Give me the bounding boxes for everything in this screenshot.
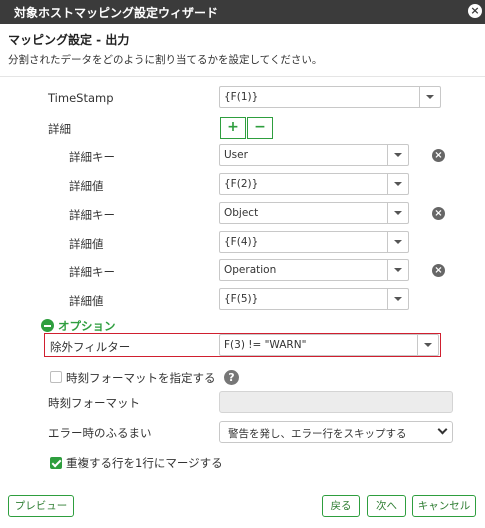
detail-key-value: User [224, 149, 248, 161]
preview-button[interactable]: プレビュー [8, 495, 74, 517]
dropdown-arrow-icon[interactable] [419, 87, 440, 107]
dropdown-arrow-icon[interactable] [387, 145, 408, 165]
detail-value-value: {F(2)} [224, 178, 259, 190]
time-format-label: 時刻フォーマット [48, 396, 140, 410]
options-title[interactable]: オプション [58, 318, 116, 334]
dropdown-arrow-icon[interactable] [387, 260, 408, 280]
merge-duplicates-label[interactable]: 重複する行を1行にマージする [66, 455, 223, 471]
detail-key-label: 詳細キー [69, 208, 115, 222]
exclude-filter-combo[interactable]: F(3) != "WARN" [219, 334, 439, 356]
exclude-filter-value: F(3) != "WARN" [224, 339, 307, 351]
details-label: 詳細 [48, 122, 71, 136]
close-icon[interactable]: × [468, 4, 482, 18]
help-icon[interactable]: ? [224, 370, 239, 385]
dropdown-arrow-icon[interactable] [387, 232, 408, 252]
specify-time-format-checkbox[interactable] [50, 371, 62, 383]
error-behavior-label: エラー時のふるまい [48, 426, 152, 440]
timestamp-value: {F(1)} [224, 91, 259, 103]
error-behavior-value: 警告を発し、エラー行をスキップする [228, 428, 407, 440]
detail-value-combo[interactable]: {F(2)} [219, 173, 409, 195]
detail-key-value: Object [224, 207, 259, 219]
window-title: 対象ホストマッピング設定ウィザード [14, 6, 219, 20]
error-behavior-select[interactable]: 警告を発し、エラー行をスキップする [219, 421, 453, 443]
detail-value-value: {F(4)} [224, 236, 259, 248]
section-heading: マッピング設定 - 出力 [8, 33, 130, 47]
dropdown-arrow-icon[interactable] [387, 289, 408, 309]
delete-detail-icon[interactable]: × [432, 264, 445, 277]
detail-key-value: Operation [224, 264, 277, 276]
detail-value-label: 詳細値 [69, 179, 104, 193]
add-detail-button[interactable]: + [220, 117, 246, 139]
collapse-icon[interactable] [41, 319, 54, 332]
detail-value-combo[interactable]: {F(4)} [219, 231, 409, 253]
exclude-filter-label: 除外フィルター [50, 340, 131, 354]
chevron-down-icon [437, 424, 448, 435]
detail-value-combo[interactable]: {F(5)} [219, 288, 409, 310]
delete-detail-icon[interactable]: × [432, 207, 445, 220]
specify-time-format-label[interactable]: 時刻フォーマットを指定する [66, 370, 216, 386]
title-bar: 対象ホストマッピング設定ウィザード × [0, 0, 485, 24]
detail-value-value: {F(5)} [224, 293, 259, 305]
next-button[interactable]: 次へ [367, 495, 406, 517]
merge-duplicates-checkbox[interactable] [50, 457, 62, 469]
timestamp-combo[interactable]: {F(1)} [219, 86, 441, 108]
dropdown-arrow-icon[interactable] [387, 174, 408, 194]
detail-key-combo[interactable]: Object [219, 202, 409, 224]
detail-key-label: 詳細キー [69, 265, 115, 279]
back-button[interactable]: 戻る [322, 495, 360, 517]
detail-key-combo[interactable]: User [219, 144, 409, 166]
delete-detail-icon[interactable]: × [432, 149, 445, 162]
detail-key-combo[interactable]: Operation [219, 259, 409, 281]
time-format-input [219, 391, 453, 413]
dropdown-arrow-icon[interactable] [417, 335, 438, 355]
detail-value-label: 詳細値 [69, 237, 104, 251]
timestamp-label: TimeStamp [48, 91, 114, 105]
dropdown-arrow-icon[interactable] [387, 203, 408, 223]
cancel-button[interactable]: キャンセル [412, 495, 476, 517]
detail-value-label: 詳細値 [69, 294, 104, 308]
divider [0, 76, 485, 77]
section-description: 分割されたデータをどのように割り当てるかを設定してください。 [8, 54, 323, 66]
detail-key-label: 詳細キー [69, 150, 115, 164]
remove-detail-button[interactable]: − [247, 117, 273, 139]
